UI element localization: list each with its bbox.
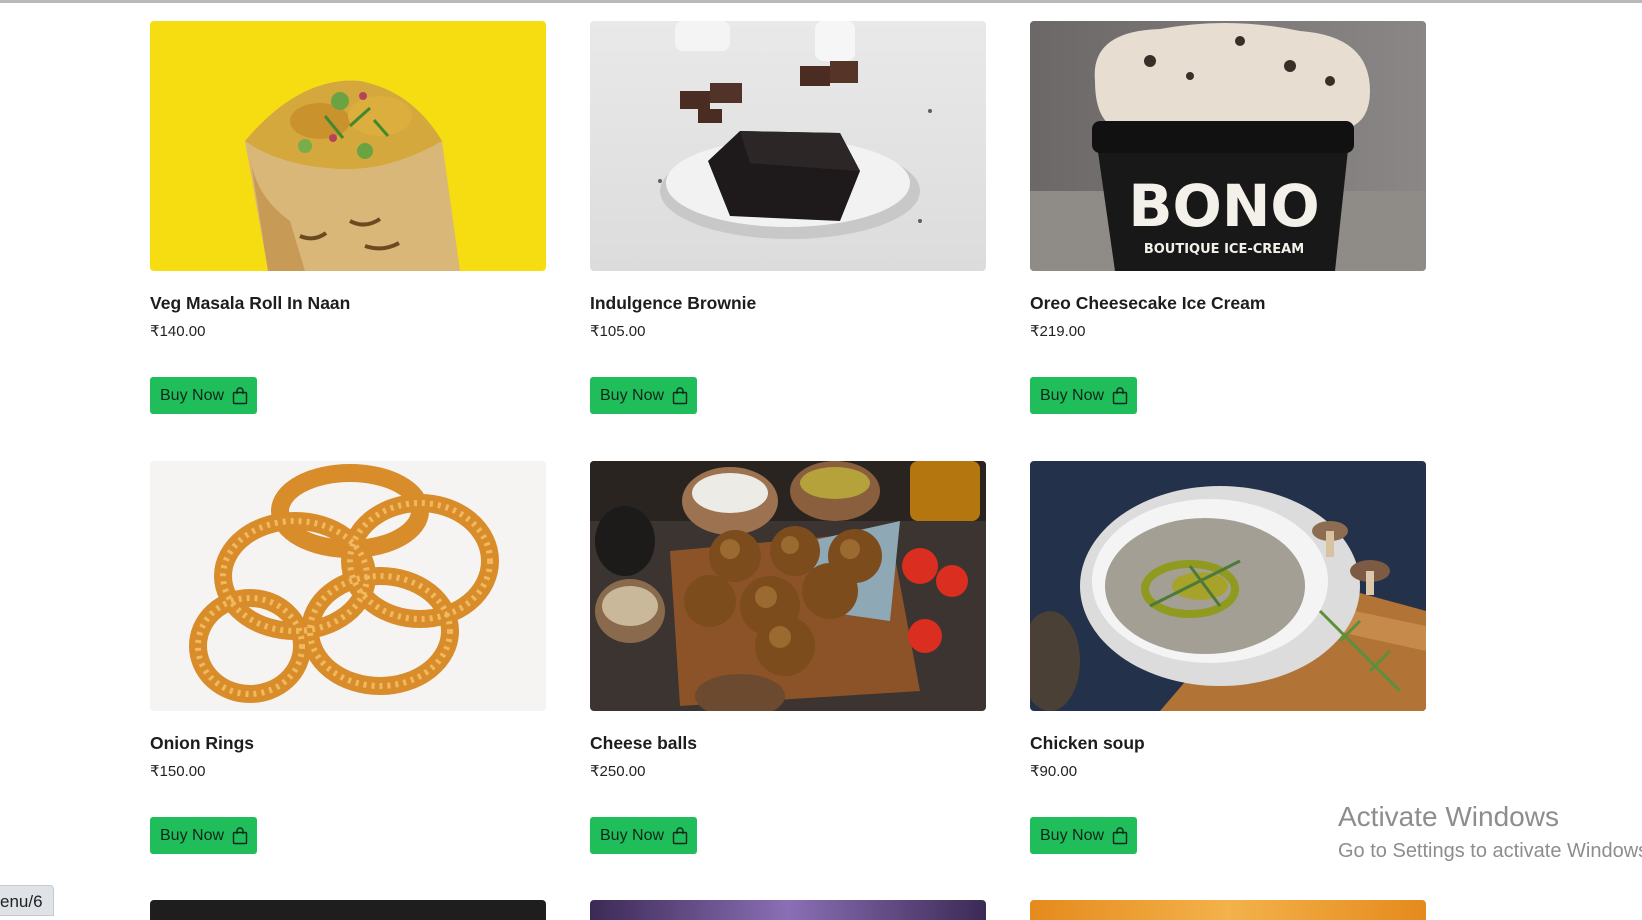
product-card: Indulgence Brownie ₹105.00 Buy Now [590, 21, 986, 461]
buy-now-label: Buy Now [600, 826, 665, 844]
product-price: ₹219.00 [1030, 323, 1086, 340]
buy-now-button[interactable]: Buy Now [1030, 817, 1138, 854]
buy-now-button[interactable]: Buy Now [590, 377, 698, 414]
shopping-bag-icon [1112, 386, 1128, 404]
buy-now-label: Buy Now [1040, 386, 1105, 404]
product-title[interactable]: Indulgence Brownie [590, 292, 986, 314]
product-image-indulgence-brownie[interactable] [590, 21, 986, 271]
windows-activation-watermark: Activate Windows Go to Settings to activ… [1338, 800, 1642, 864]
product-image-onion-rings[interactable] [150, 461, 546, 711]
product-price: ₹90.00 [1030, 763, 1078, 780]
buy-now-label: Buy Now [1040, 826, 1105, 844]
next-row-images [150, 900, 1426, 920]
shopping-bag-icon [232, 386, 248, 404]
watermark-title: Activate Windows [1338, 801, 1559, 832]
shopping-bag-icon [232, 826, 248, 844]
product-card: Cheese balls ₹250.00 Buy Now [590, 461, 986, 901]
shopping-bag-icon [672, 386, 688, 404]
product-price: ₹150.00 [150, 763, 206, 780]
product-card: Onion Rings ₹150.00 Buy Now [150, 461, 546, 901]
product-title[interactable]: Cheese balls [590, 732, 986, 754]
product-title[interactable]: Veg Masala Roll In Naan [150, 292, 546, 314]
shopping-bag-icon [672, 826, 688, 844]
buy-now-button[interactable]: Buy Now [150, 377, 258, 414]
product-card: Veg Masala Roll In Naan ₹140.00 Buy Now [150, 21, 546, 461]
watermark-subtitle: Go to Settings to activate Windows. [1338, 840, 1642, 862]
product-title[interactable]: Oreo Cheesecake Ice Cream [1030, 292, 1426, 314]
product-image-partial[interactable] [1030, 900, 1426, 920]
buy-now-button[interactable]: Buy Now [1030, 377, 1138, 414]
bono-brand-subtitle-text: BOUTIQUE ICE-CREAM [1144, 242, 1304, 257]
product-image-cheese-balls[interactable] [590, 461, 986, 711]
product-image-oreo-cheesecake-ice-cream[interactable]: BONO BOUTIQUE ICE-CREAM [1030, 21, 1426, 271]
status-bar-url: enu/6 [0, 885, 54, 916]
product-image-veg-masala-roll[interactable] [150, 21, 546, 271]
buy-now-label: Buy Now [160, 386, 225, 404]
product-title[interactable]: Chicken soup [1030, 732, 1426, 754]
product-card: BONO BOUTIQUE ICE-CREAM Oreo Cheesecake … [1030, 21, 1426, 461]
buy-now-label: Buy Now [600, 386, 665, 404]
product-image-chicken-soup[interactable] [1030, 461, 1426, 711]
buy-now-button[interactable]: Buy Now [590, 817, 698, 854]
bono-brand-logo-text: BONO [1128, 172, 1319, 240]
product-price: ₹140.00 [150, 323, 206, 340]
shopping-bag-icon [1112, 826, 1128, 844]
product-image-partial[interactable] [590, 900, 986, 920]
browser-top-border [0, 0, 1642, 3]
product-image-partial[interactable] [150, 900, 546, 920]
buy-now-button[interactable]: Buy Now [150, 817, 258, 854]
buy-now-label: Buy Now [160, 826, 225, 844]
product-grid: Veg Masala Roll In Naan ₹140.00 Buy Now [150, 21, 1426, 901]
product-title[interactable]: Onion Rings [150, 732, 546, 754]
product-price: ₹250.00 [590, 763, 646, 780]
product-price: ₹105.00 [590, 323, 646, 340]
